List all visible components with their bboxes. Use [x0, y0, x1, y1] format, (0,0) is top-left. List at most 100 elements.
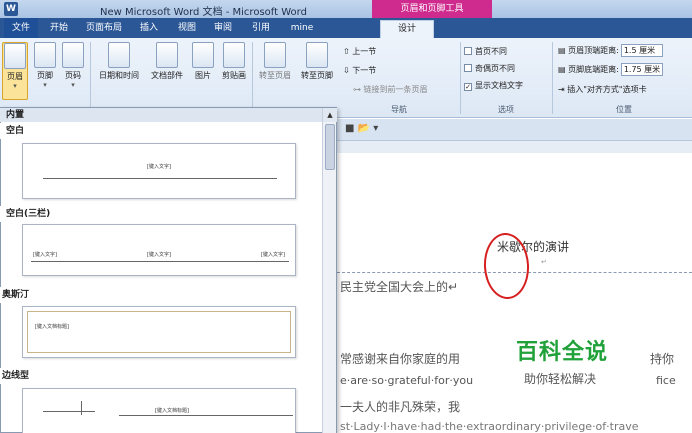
next-section-icon: ⇩ [343, 66, 350, 75]
tab-design[interactable]: 设计 [380, 20, 434, 38]
header-distance-input[interactable]: 1.5 厘米 [620, 44, 663, 57]
gallery-section-sideline: 边线型 [0, 368, 322, 384]
group-label-options: 选项 [498, 105, 514, 114]
header-button-label: 页眉 [7, 72, 23, 81]
tab-file[interactable]: 文件 [4, 18, 38, 38]
insert-alignment-label: 插入"对齐方式"选项卡 [567, 85, 647, 94]
template-austin[interactable]: [键入文档标题] [22, 306, 296, 358]
template-blank[interactable]: [键入文字] [22, 143, 296, 199]
different-odd-even-checkbox[interactable]: 奇偶页不同 [464, 63, 515, 74]
header-page-icon [4, 43, 26, 69]
link-icon: ⊶ [353, 85, 361, 94]
checkbox-label: 奇偶页不同 [475, 64, 515, 73]
previous-section-icon: ⇧ [343, 47, 350, 56]
quick-access-toolbar: ■ 📂 ▾ [337, 119, 692, 141]
gallery-section-three-column: 空白(三栏) [0, 206, 322, 222]
scroll-thumb[interactable] [325, 124, 335, 170]
footer-distance-icon: ▤ [558, 65, 566, 74]
gallery-section-austin: 奥斯汀 [0, 287, 322, 303]
chevron-down-icon: ▾ [43, 81, 47, 89]
context-tool-title: 页眉和页脚工具 [372, 0, 492, 18]
show-document-text-checkbox[interactable]: ✓ 显示文档文字 [464, 80, 523, 91]
group-separator [552, 42, 553, 114]
footer-button-label: 页脚 [37, 71, 53, 80]
goto-header-icon [264, 42, 286, 68]
clipart-label: 剪贴画 [222, 71, 246, 80]
date-time-label: 日期和时间 [99, 71, 139, 80]
template-placeholder: [键入文档标题] [35, 324, 69, 330]
group-label-position: 位置 [616, 105, 632, 114]
insert-alignment-tab-button[interactable]: ⇥ 插入"对齐方式"选项卡 [558, 84, 647, 95]
template-sideline[interactable]: [键入文档标题] [22, 388, 296, 433]
header-distance-icon: ▤ [558, 46, 566, 55]
footer-button[interactable]: 页脚 ▾ [32, 42, 58, 100]
word-app-icon[interactable]: W [4, 2, 18, 16]
page-number-button[interactable]: 页码 ▾ [60, 42, 86, 100]
footer-distance-input[interactable]: 1.75 厘米 [620, 63, 663, 76]
different-first-page-checkbox[interactable]: 首页不同 [464, 46, 507, 57]
tab-page-layout[interactable]: 页面布局 [78, 18, 130, 38]
template-placeholder: [键入文字] [147, 164, 171, 170]
template-border [27, 311, 291, 353]
body-line[interactable]: 民主党全国大会上的↵ [340, 278, 458, 295]
goto-header-button[interactable]: 转至页眉 [254, 42, 296, 100]
link-to-previous-label: 链接到前一条页眉 [363, 85, 428, 94]
header-distance-field: ▤ 页眉顶端距离: 1.5 厘米 [558, 44, 663, 57]
template-blank-three-column[interactable]: [键入文字] [键入文字] [键入文字] [22, 224, 296, 276]
template-rule [119, 415, 293, 416]
group-separator [252, 42, 253, 114]
tab-mine[interactable]: mine [284, 18, 320, 38]
template-placeholder: [键入文字] [33, 252, 57, 258]
picture-label: 图片 [195, 71, 211, 80]
header-button[interactable]: 页眉 ▾ [2, 42, 28, 100]
group-separator [460, 42, 461, 114]
clipart-icon [223, 42, 245, 68]
goto-header-label: 转至页眉 [259, 71, 291, 80]
next-section-button[interactable]: ⇩ 下一节 [343, 65, 376, 76]
ribbon: 页眉 ▾ 页脚 ▾ 页码 ▾ 日期和时间 文档部件 图片 剪贴画 转至页眉 转至… [0, 38, 692, 118]
window-title: New Microsoft Word 文档 - Microsoft Word [100, 7, 307, 18]
clipart-button[interactable]: 剪贴画 [218, 42, 250, 100]
group-separator [90, 42, 91, 114]
body-line[interactable]: e·are·so·grateful·for·you [340, 374, 473, 387]
body-line[interactable]: st·Lady·I·have·had·the·extraordinary·pri… [340, 420, 639, 433]
document-margin-strip [337, 141, 692, 153]
ribbon-tab-bar: 文件 开始 页面布局 插入 视图 审阅 引用 mine 设计 [0, 18, 692, 38]
qat-icons[interactable]: ■ 📂 ▾ [345, 123, 378, 134]
body-fragment: 持你 [650, 352, 675, 366]
quick-parts-label: 文档部件 [151, 71, 183, 80]
footer-page-icon [34, 42, 56, 68]
tab-home[interactable]: 开始 [44, 18, 74, 38]
previous-section-button[interactable]: ⇧ 上一节 [343, 46, 376, 57]
tab-view[interactable]: 视图 [170, 18, 204, 38]
template-placeholder: [键入文字] [147, 252, 171, 258]
watermark-title: 百科全说 [516, 340, 609, 365]
checkbox-label: 显示文档文字 [475, 81, 523, 90]
tab-review[interactable]: 审阅 [206, 18, 240, 38]
goto-footer-label: 转至页脚 [301, 71, 333, 80]
tab-insert[interactable]: 插入 [132, 18, 166, 38]
quick-parts-icon [156, 42, 178, 68]
quick-parts-button[interactable]: 文档部件 [146, 42, 188, 100]
link-to-previous-button[interactable]: ⊶ 链接到前一条页眉 [353, 84, 428, 95]
picture-icon [192, 42, 214, 68]
tab-references[interactable]: 引用 [244, 18, 278, 38]
watermark: 百科全说 助你轻松解决 [516, 340, 641, 387]
body-line[interactable]: 常感谢来自你家庭的用 [340, 350, 460, 367]
template-divider [81, 401, 82, 415]
goto-footer-button[interactable]: 转至页脚 [296, 42, 338, 100]
body-fragment: fice [656, 374, 676, 387]
template-rule [31, 261, 289, 262]
next-section-label: 下一节 [352, 66, 377, 75]
body-line[interactable]: 一夫人的非凡殊荣，我 [340, 398, 460, 415]
title-bar: W New Microsoft Word 文档 - Microsoft Word… [0, 0, 692, 18]
header-distance-label: 页眉顶端距离: [568, 46, 619, 55]
picture-button[interactable]: 图片 [190, 42, 216, 100]
previous-section-label: 上一节 [352, 47, 377, 56]
calendar-icon [108, 42, 130, 68]
scroll-up-icon[interactable]: ▲ [323, 108, 337, 122]
gallery-section-blank: 空白 [0, 123, 322, 139]
gallery-scrollbar[interactable]: ▲ [322, 108, 337, 433]
footer-distance-field: ▤ 页脚底端距离: 1.75 厘米 [558, 63, 663, 76]
date-time-button[interactable]: 日期和时间 [94, 42, 144, 100]
